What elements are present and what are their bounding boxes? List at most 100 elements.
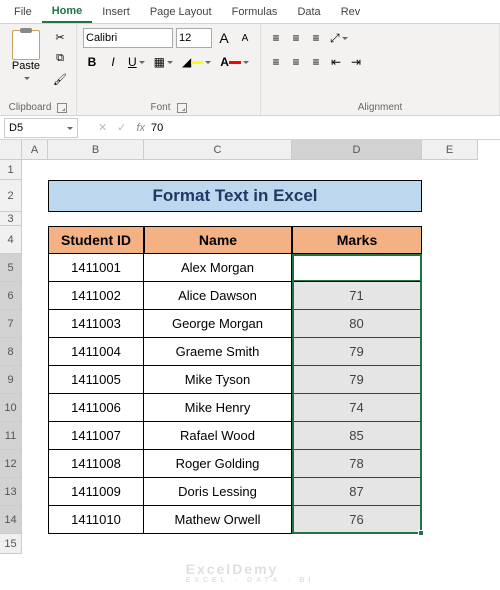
grow-font-button[interactable]: A <box>215 28 233 48</box>
cell[interactable]: 70 <box>292 254 422 282</box>
row-header[interactable]: 11 <box>0 422 22 450</box>
cell[interactable]: 78 <box>292 450 422 478</box>
cell[interactable]: Roger Golding <box>144 450 292 478</box>
formula-input[interactable] <box>145 118 500 138</box>
row-header[interactable]: 10 <box>0 394 22 422</box>
cut-button[interactable]: ✂ <box>50 28 70 46</box>
cell[interactable]: Alex Morgan <box>144 254 292 282</box>
italic-button[interactable]: I <box>104 52 122 72</box>
row-header[interactable]: 15 <box>0 534 22 554</box>
name-box[interactable]: D5 <box>4 118 78 138</box>
worksheet-grid[interactable]: A B C D E 123456789101112131415 Format T… <box>0 140 500 554</box>
cells-area[interactable]: Format Text in Excel Student ID Name Mar… <box>22 160 478 554</box>
row-header[interactable]: 8 <box>0 338 22 366</box>
borders-button[interactable]: ▦ <box>151 52 176 72</box>
cell[interactable]: 87 <box>292 478 422 506</box>
cell[interactable]: Rafael Wood <box>144 422 292 450</box>
underline-button[interactable]: U <box>125 52 148 72</box>
row-header[interactable]: 9 <box>0 366 22 394</box>
alignment-group-label: Alignment <box>358 102 402 113</box>
cell[interactable]: 79 <box>292 366 422 394</box>
row-header[interactable]: 3 <box>0 212 22 226</box>
fill-color-button[interactable]: ◢ <box>179 52 214 72</box>
shrink-font-button[interactable]: A <box>236 28 254 48</box>
row-header[interactable]: 4 <box>0 226 22 254</box>
cell[interactable]: George Morgan <box>144 310 292 338</box>
row-header[interactable]: 5 <box>0 254 22 282</box>
col-header-c[interactable]: C <box>144 140 292 160</box>
col-header-b[interactable]: B <box>48 140 144 160</box>
align-top-button[interactable]: ≡ <box>267 28 285 48</box>
cell[interactable]: 76 <box>292 506 422 534</box>
cell[interactable]: 1411008 <box>48 450 144 478</box>
cell[interactable]: 74 <box>292 394 422 422</box>
row-header[interactable]: 13 <box>0 478 22 506</box>
align-middle-button[interactable]: ≡ <box>287 28 305 48</box>
font-size-input[interactable] <box>176 28 212 48</box>
tab-page-layout[interactable]: Page Layout <box>140 2 222 22</box>
col-header-d[interactable]: D <box>292 140 422 160</box>
cell[interactable]: Alice Dawson <box>144 282 292 310</box>
row-header[interactable]: 6 <box>0 282 22 310</box>
table-row: 1411001Alex Morgan70 <box>48 254 422 282</box>
cell[interactable]: Mathew Orwell <box>144 506 292 534</box>
col-header-e[interactable]: E <box>422 140 478 160</box>
tab-home[interactable]: Home <box>42 1 93 23</box>
cell[interactable]: 1411007 <box>48 422 144 450</box>
font-color-button[interactable]: A <box>217 52 252 72</box>
cell[interactable]: 85 <box>292 422 422 450</box>
name-box-value: D5 <box>9 122 23 134</box>
paste-button[interactable]: Paste <box>6 28 46 86</box>
header-student-id[interactable]: Student ID <box>48 226 144 254</box>
tab-data[interactable]: Data <box>287 2 330 22</box>
table-title[interactable]: Format Text in Excel <box>48 180 422 212</box>
cell[interactable]: 1411003 <box>48 310 144 338</box>
cell[interactable]: 1411009 <box>48 478 144 506</box>
enter-icon[interactable]: ✓ <box>117 121 126 134</box>
align-center-button[interactable]: ≡ <box>287 52 305 72</box>
col-header-a[interactable]: A <box>22 140 48 160</box>
select-all-button[interactable] <box>0 140 22 160</box>
cell[interactable]: Doris Lessing <box>144 478 292 506</box>
decrease-indent-button[interactable]: ⇤ <box>327 52 345 72</box>
chevron-down-icon <box>65 122 73 134</box>
row-header[interactable]: 7 <box>0 310 22 338</box>
cell[interactable]: 71 <box>292 282 422 310</box>
table-row: 1411005Mike Tyson79 <box>48 366 422 394</box>
tab-formulas[interactable]: Formulas <box>222 2 288 22</box>
clipboard-group-label: Clipboard <box>9 102 52 113</box>
orientation-button[interactable]: ⤢ <box>327 28 351 48</box>
font-name-input[interactable] <box>83 28 173 48</box>
header-name[interactable]: Name <box>144 226 292 254</box>
align-right-button[interactable]: ≡ <box>307 52 325 72</box>
bold-button[interactable]: B <box>83 52 101 72</box>
align-left-button[interactable]: ≡ <box>267 52 285 72</box>
format-painter-button[interactable]: 🖌 <box>50 70 70 88</box>
row-header[interactable]: 2 <box>0 180 22 212</box>
cell[interactable]: 1411006 <box>48 394 144 422</box>
cell[interactable]: 1411005 <box>48 366 144 394</box>
tab-insert[interactable]: Insert <box>92 2 140 22</box>
cell[interactable]: Mike Tyson <box>144 366 292 394</box>
cell[interactable]: Mike Henry <box>144 394 292 422</box>
align-bottom-button[interactable]: ≡ <box>307 28 325 48</box>
copy-button[interactable]: ⧉ <box>50 49 70 67</box>
cell[interactable]: 1411001 <box>48 254 144 282</box>
cell[interactable]: 1411004 <box>48 338 144 366</box>
fx-icon[interactable]: fx <box>136 122 145 134</box>
cancel-icon[interactable]: ✕ <box>98 121 107 134</box>
cell[interactable]: 1411002 <box>48 282 144 310</box>
cell[interactable]: 79 <box>292 338 422 366</box>
cell[interactable]: Graeme Smith <box>144 338 292 366</box>
header-marks[interactable]: Marks <box>292 226 422 254</box>
increase-indent-button[interactable]: ⇥ <box>347 52 365 72</box>
tab-file[interactable]: File <box>4 2 42 22</box>
clipboard-dialog-launcher[interactable] <box>57 103 67 113</box>
font-dialog-launcher[interactable] <box>177 103 187 113</box>
tab-review[interactable]: Rev <box>331 2 371 22</box>
cell[interactable]: 1411010 <box>48 506 144 534</box>
cell[interactable]: 80 <box>292 310 422 338</box>
row-header[interactable]: 14 <box>0 506 22 534</box>
row-header[interactable]: 12 <box>0 450 22 478</box>
row-header[interactable]: 1 <box>0 160 22 180</box>
